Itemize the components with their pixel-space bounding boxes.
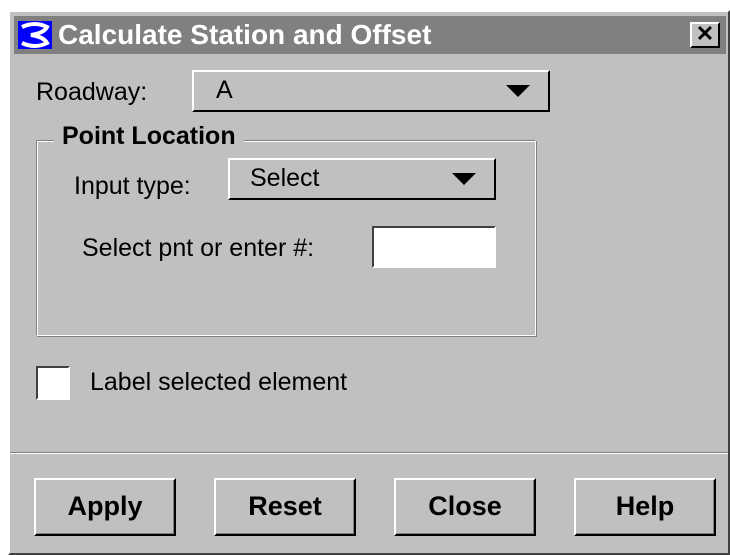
select-point-label: Select pnt or enter #: — [82, 234, 315, 262]
reset-button[interactable]: Reset — [214, 478, 356, 536]
window-title: Calculate Station and Offset — [58, 19, 432, 50]
app-logo-icon — [18, 21, 52, 49]
chevron-down-icon — [506, 85, 530, 97]
label-element-text: Label selected element — [90, 368, 348, 396]
apply-button[interactable]: Apply — [34, 478, 176, 536]
input-type-value: Select — [250, 164, 320, 192]
point-number-input[interactable] — [372, 226, 496, 268]
help-label: Help — [615, 491, 675, 521]
calculate-station-dialog: Calculate Station and Offset ✕ Roadway: … — [8, 10, 730, 555]
help-button[interactable]: Help — [574, 478, 716, 536]
title-bar[interactable]: Calculate Station and Offset ✕ — [14, 16, 726, 54]
chevron-down-icon — [452, 173, 476, 185]
label-element-checkbox[interactable] — [36, 366, 70, 400]
apply-label: Apply — [67, 491, 143, 521]
divider — [10, 452, 728, 454]
close-button[interactable]: Close — [394, 478, 536, 536]
input-type-dropdown[interactable]: Select — [228, 158, 496, 200]
close-window-button[interactable]: ✕ — [690, 22, 720, 48]
roadway-value: A — [216, 76, 233, 104]
roadway-label: Roadway: — [36, 78, 148, 106]
roadway-dropdown[interactable]: A — [192, 70, 550, 112]
point-location-title: Point Location — [54, 122, 244, 151]
close-icon: ✕ — [695, 21, 715, 46]
close-label: Close — [428, 491, 502, 521]
reset-label: Reset — [248, 491, 322, 521]
input-type-label: Input type: — [74, 172, 191, 200]
